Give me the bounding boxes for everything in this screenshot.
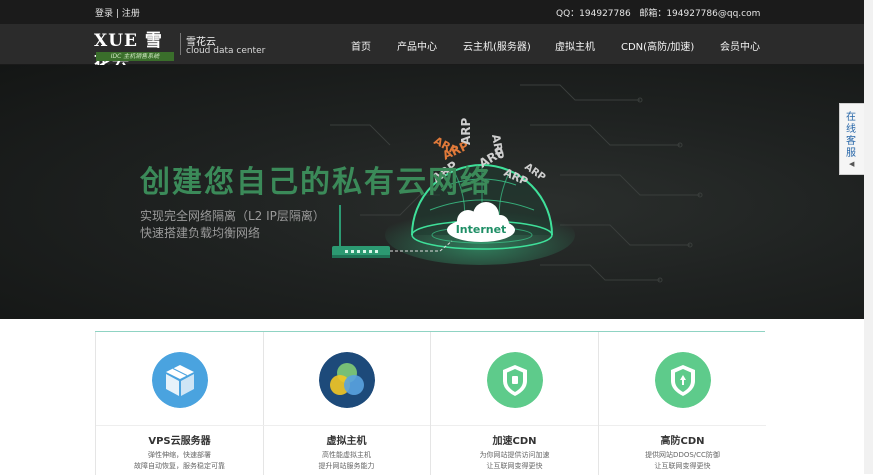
shield-icon xyxy=(487,352,543,408)
contact-info: QQ：194927786 邮箱：194927786@qq.com xyxy=(556,6,760,19)
feature-description: 为你网站提供访问加速 让互联网变得更快 xyxy=(431,450,598,472)
feature-divider xyxy=(96,425,263,426)
feature-section: VPS云服务器 弹性伸缩，快速部署 故障自动恢复，服务稳定可靠 虚拟主机 高性能… xyxy=(95,331,766,475)
collapse-arrow-icon: ◀ xyxy=(849,160,855,168)
logo-brand: XUE 雪花云 xyxy=(94,31,163,73)
site-logo[interactable]: XUE 雪花云 IDC 主机销售系统 xyxy=(94,30,174,73)
feature-description: 提供网站DDOS/CC防御 让互联网变得更快 xyxy=(599,450,766,472)
feature-card-cdn-accel[interactable]: 加速CDN 为你网站提供访问加速 让互联网变得更快 xyxy=(431,332,599,475)
feature-desc-line: 高性能虚拟主机 xyxy=(322,451,371,459)
hero-banner[interactable]: ARP ARP ARP ARP ARP ARP ARP ARP Internet… xyxy=(0,65,864,319)
feature-title: VPS云服务器 xyxy=(148,436,211,447)
feature-desc-line: 提供网站DDOS/CC防御 xyxy=(645,451,720,459)
feature-desc-line: 让互联网变得更快 xyxy=(486,462,543,470)
venn-icon xyxy=(319,352,375,408)
logo-subtitle: IDC 主机销售系统 xyxy=(96,52,174,61)
feature-divider xyxy=(431,425,598,426)
login-separator: | xyxy=(115,9,119,19)
online-service-label: 在线客服 xyxy=(846,112,856,159)
nav-item-cloud-server[interactable]: 云主机(服务器) xyxy=(463,38,531,53)
feature-title: 加速CDN xyxy=(492,436,537,447)
feature-divider xyxy=(599,425,766,426)
feature-card-virtual-host[interactable]: 虚拟主机 高性能虚拟主机 提升网站服务能力 xyxy=(263,332,431,475)
qq-number: 194927786 xyxy=(579,9,631,19)
login-links: 登录 | 注册 xyxy=(95,6,140,19)
site-tagline: cloud data center xyxy=(186,46,266,56)
feature-card-vps[interactable]: VPS云服务器 弹性伸缩，快速部署 故障自动恢复，服务稳定可靠 xyxy=(95,332,264,475)
top-bar: 登录 | 注册 QQ：194927786 邮箱：194927786@qq.com xyxy=(0,0,864,24)
nav-item-home[interactable]: 首页 xyxy=(351,38,371,53)
feature-desc-line: 弹性伸缩，快速部署 xyxy=(148,451,211,459)
feature-desc-line: 故障自动恢复，服务稳定可靠 xyxy=(134,462,225,470)
feature-description: 弹性伸缩，快速部署 故障自动恢复，服务稳定可靠 xyxy=(96,450,263,472)
arp-label: ARP xyxy=(459,117,473,145)
hero-subtitle-2: 快速搭建负载均衡网络 xyxy=(140,226,261,240)
cube-icon xyxy=(152,352,208,408)
nav-item-cdn[interactable]: CDN(高防/加速) xyxy=(621,38,694,53)
router-icon xyxy=(332,205,390,258)
feature-divider xyxy=(263,425,430,426)
login-link[interactable]: 登录 xyxy=(95,9,113,19)
feature-desc-line: 提升网站服务能力 xyxy=(318,462,375,470)
email-address: 194927786@qq.com xyxy=(666,9,761,19)
shield-icon xyxy=(655,352,711,408)
feature-desc-line: 让互联网变得更快 xyxy=(654,462,711,470)
feature-title: 虚拟主机 xyxy=(326,436,367,447)
register-link[interactable]: 注册 xyxy=(122,9,140,19)
feature-card-cdn-defense[interactable]: 高防CDN 提供网站DDOS/CC防御 让互联网变得更快 xyxy=(599,332,766,475)
logo-divider xyxy=(180,33,181,55)
online-service-tab[interactable]: 在线客服 ◀ xyxy=(839,103,864,175)
nav-item-virtual-host[interactable]: 虚拟主机 xyxy=(555,38,595,53)
scrollbar-track[interactable] xyxy=(864,0,873,474)
nav-item-products[interactable]: 产品中心 xyxy=(397,38,437,53)
nav-item-member-center[interactable]: 会员中心 xyxy=(720,38,760,53)
hero-subtitle-1: 实现完全网络隔离（L2 IP层隔离） xyxy=(140,209,325,223)
email-label: 邮箱： xyxy=(639,9,667,19)
cloud-label: Internet xyxy=(456,223,507,236)
hero-title: 创建您自己的私有云网络 xyxy=(140,165,492,200)
feature-description: 高性能虚拟主机 提升网站服务能力 xyxy=(263,450,430,472)
feature-desc-line: 为你网站提供访问加速 xyxy=(479,451,550,459)
qq-label: QQ： xyxy=(556,9,580,19)
feature-title: 高防CDN xyxy=(660,436,705,447)
